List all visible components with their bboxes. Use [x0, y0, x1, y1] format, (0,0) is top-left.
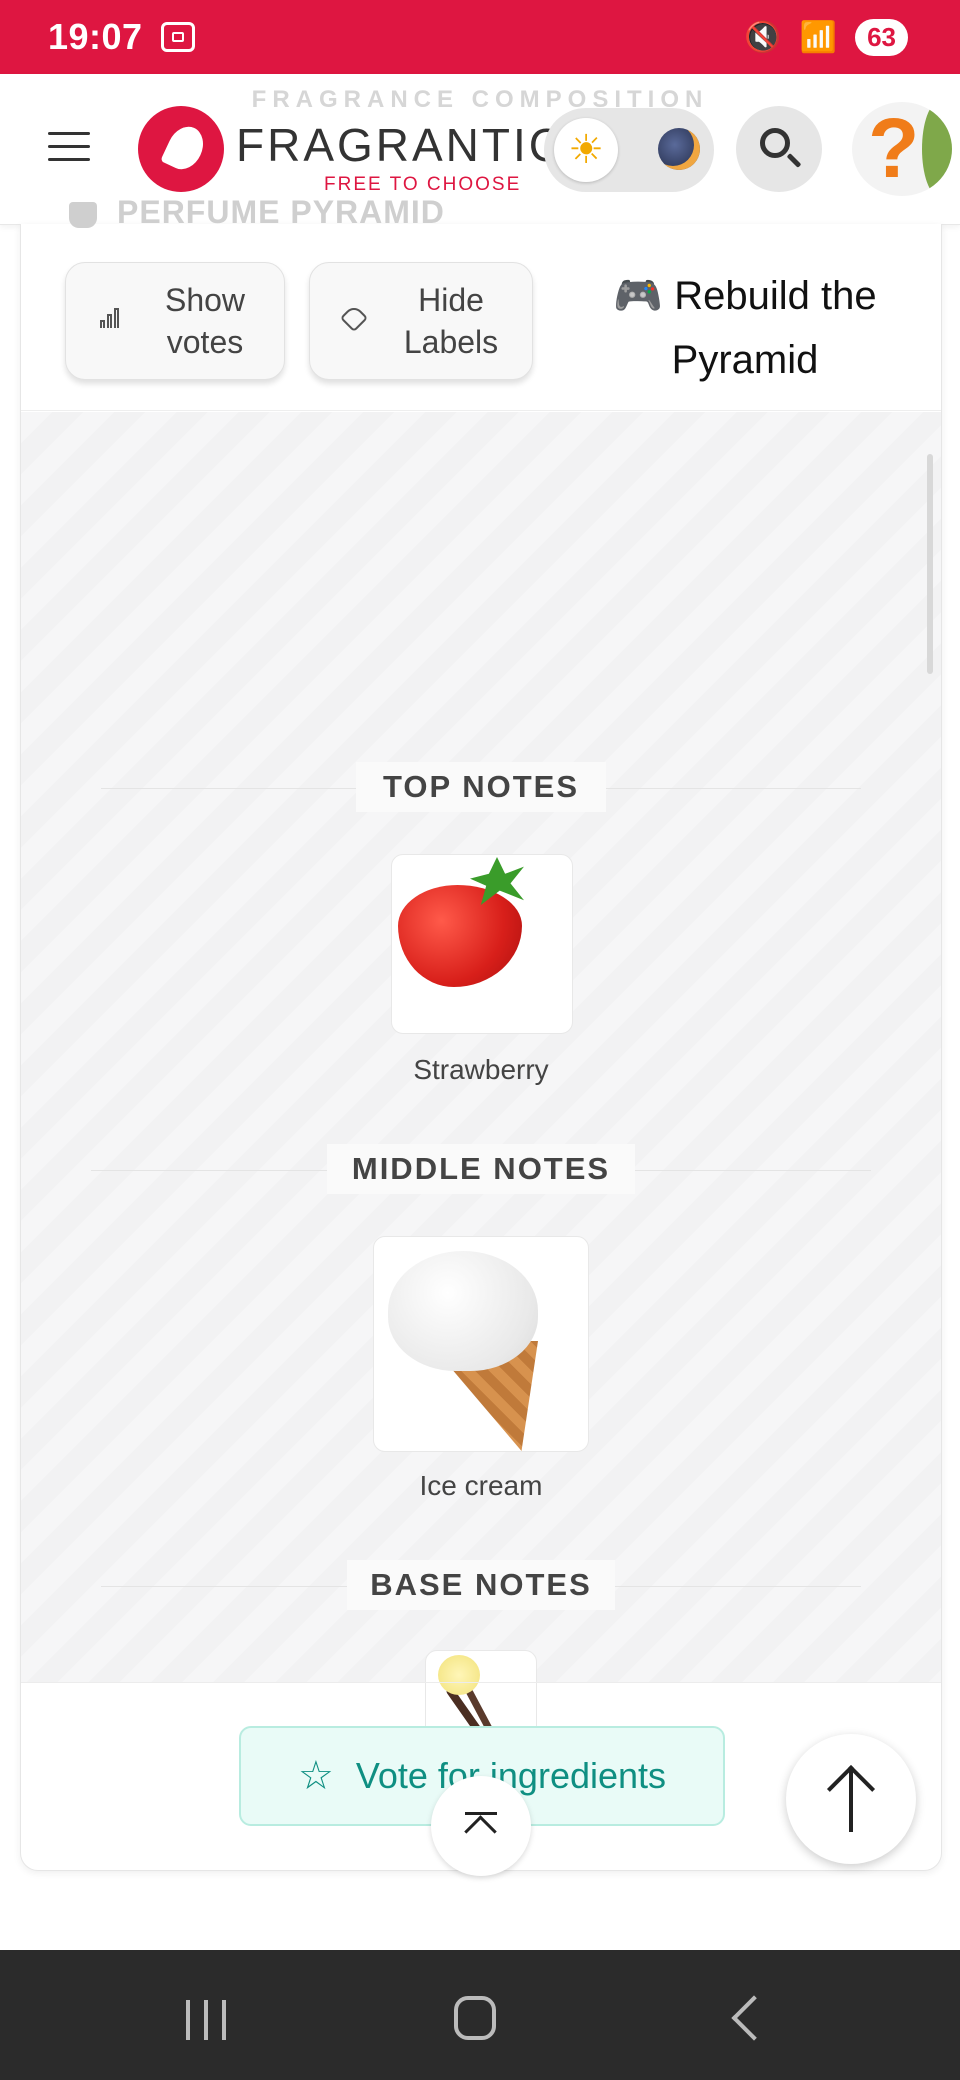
pyramid-area: TOP NOTES Strawberry MIDDLE NOTES Ice cr…	[21, 412, 941, 1809]
rebuild-pyramid-link[interactable]: 🎮 Rebuild the Pyramid	[585, 264, 905, 392]
question-mark-icon: ?	[868, 102, 920, 195]
chevron-up-icon	[464, 1815, 497, 1848]
ghost-section-title: FRAGRANCE COMPOSITION	[251, 86, 709, 113]
top-notes-heading: TOP NOTES	[356, 762, 606, 812]
ice-cream-image[interactable]	[373, 1236, 589, 1452]
menu-icon[interactable]	[48, 132, 90, 162]
bar-chart-icon	[100, 308, 122, 328]
hide-labels-button[interactable]: Hide Labels	[309, 262, 533, 380]
wifi-icon: 📶	[799, 20, 838, 54]
flask-icon	[69, 201, 97, 228]
home-icon[interactable]	[454, 1996, 496, 2040]
recents-icon[interactable]	[186, 2000, 226, 2040]
logo-tagline: FREE TO CHOOSE	[324, 174, 522, 195]
base-notes-heading: BASE NOTES	[347, 1560, 615, 1610]
mute-icon: 🔇	[744, 20, 782, 54]
logo-text[interactable]: FRAGRANTIC	[236, 118, 565, 172]
divider	[21, 410, 941, 411]
theme-toggle[interactable]: ☀	[544, 108, 714, 192]
perfume-pyramid-card: PERFUME PYRAMID Show votes Hide Labels 🎮…	[20, 194, 942, 1876]
card-title: PERFUME PYRAMID	[69, 194, 445, 231]
arrow-up-icon	[826, 1764, 876, 1814]
scrollbar-thumb[interactable]	[927, 454, 933, 674]
scroll-to-top-button[interactable]	[786, 1734, 916, 1864]
tag-icon	[339, 303, 369, 333]
search-button[interactable]	[736, 106, 822, 192]
note-ice-cream[interactable]: Ice cream	[21, 1470, 941, 1502]
star-icon: ☆	[297, 1754, 334, 1798]
show-votes-label: Show votes	[164, 282, 246, 360]
avatar[interactable]: ?	[852, 102, 952, 196]
show-votes-button[interactable]: Show votes	[65, 262, 285, 380]
collapse-button[interactable]	[431, 1776, 531, 1876]
hummingbird-logo-icon[interactable]	[138, 106, 224, 192]
status-time: 19:07	[48, 16, 143, 57]
search-icon	[760, 128, 790, 158]
moon-icon[interactable]	[658, 128, 700, 170]
back-icon[interactable]	[731, 1995, 777, 2041]
note-strawberry[interactable]: Strawberry	[21, 1054, 941, 1086]
status-icons: 🔇 📶 63	[744, 18, 908, 56]
divider	[21, 1682, 941, 1683]
battery-indicator: 63	[855, 18, 908, 56]
middle-notes-heading: MIDDLE NOTES	[327, 1144, 635, 1194]
status-bar: 19:07 🔇 📶 63	[0, 0, 960, 74]
screenshot-icon	[160, 22, 195, 52]
system-nav-bar	[0, 1950, 960, 2080]
sun-icon[interactable]: ☀	[554, 118, 618, 182]
strawberry-image[interactable]	[391, 854, 573, 1034]
hide-labels-label: Hide Labels	[403, 282, 499, 360]
